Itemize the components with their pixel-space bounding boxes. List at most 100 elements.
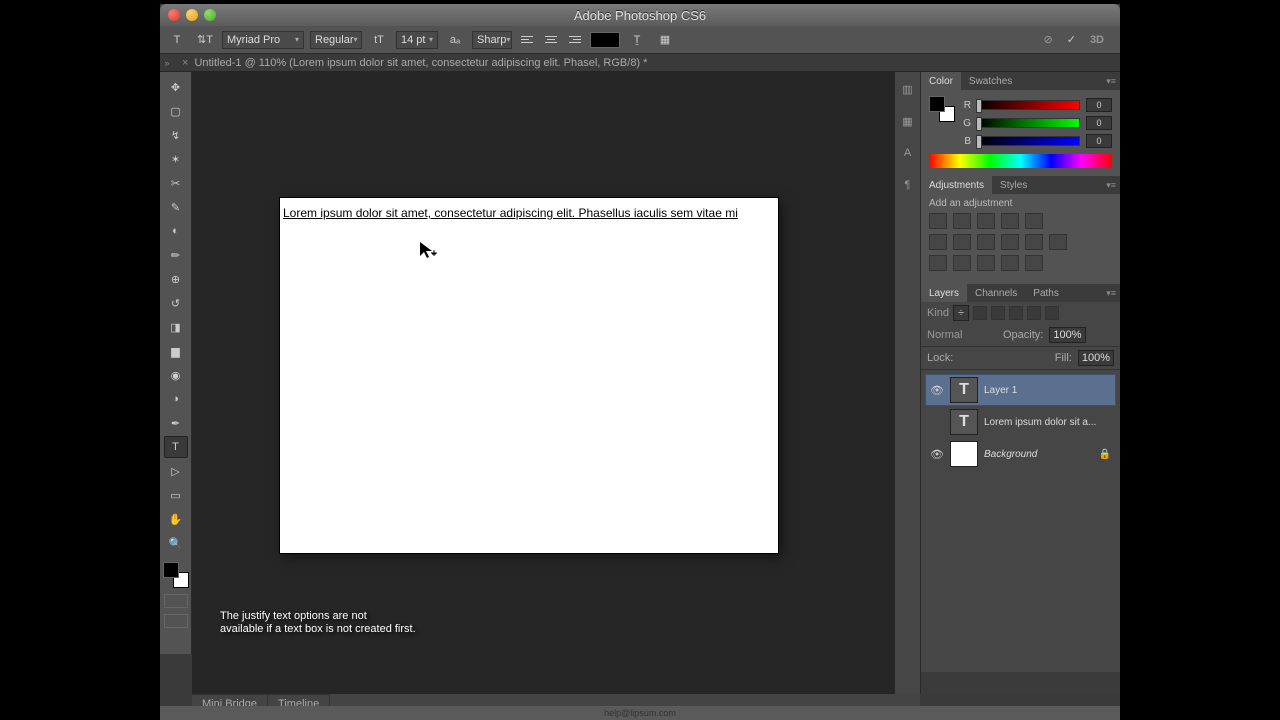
- window-maximize-button[interactable]: [204, 9, 216, 21]
- layer-name[interactable]: Lorem ipsum dolor sit a...: [984, 417, 1096, 428]
- g-slider[interactable]: [977, 118, 1080, 128]
- layer-item[interactable]: 👁 T Layer 1: [925, 374, 1116, 406]
- adj-balance-icon[interactable]: [953, 234, 971, 250]
- adj-threshold-icon[interactable]: [977, 255, 995, 271]
- panel-menu-icon[interactable]: ▾≡: [1102, 288, 1120, 299]
- artboard[interactable]: Lorem ipsum dolor sit amet, consectetur …: [280, 198, 778, 553]
- adj-selective-icon[interactable]: [1025, 255, 1043, 271]
- spectrum-picker[interactable]: [929, 154, 1112, 168]
- panel-menu-icon[interactable]: ▾≡: [1102, 180, 1120, 191]
- blend-mode-select[interactable]: Normal: [927, 329, 997, 341]
- color-panel-swatch[interactable]: [929, 96, 955, 122]
- fill-value[interactable]: 100%: [1078, 350, 1114, 366]
- shape-tool-icon[interactable]: ▭: [164, 484, 188, 506]
- quick-mask-icon[interactable]: [164, 594, 188, 608]
- filter-smart-icon[interactable]: [1045, 306, 1059, 320]
- tab-channels[interactable]: Channels: [967, 284, 1025, 302]
- crop-tool-icon[interactable]: ✂: [164, 172, 188, 194]
- adj-gradient-map-icon[interactable]: [1001, 255, 1019, 271]
- filter-adjust-icon[interactable]: [991, 306, 1005, 320]
- type-tool-icon[interactable]: T: [166, 29, 188, 51]
- lasso-tool-icon[interactable]: ↯: [164, 124, 188, 146]
- tab-layers[interactable]: Layers: [921, 284, 967, 302]
- cancel-icon[interactable]: ⊘: [1044, 33, 1053, 46]
- filter-shape-icon[interactable]: [1027, 306, 1041, 320]
- adj-hue-icon[interactable]: [929, 234, 947, 250]
- brush-tool-icon[interactable]: ✏: [164, 244, 188, 266]
- font-size-select[interactable]: 14 pt▾: [396, 31, 438, 49]
- path-select-tool-icon[interactable]: ▷: [164, 460, 188, 482]
- canvas-text-content[interactable]: Lorem ipsum dolor sit amet, consectetur …: [283, 206, 863, 220]
- align-left-button[interactable]: [518, 31, 536, 49]
- stamp-tool-icon[interactable]: ⊕: [164, 268, 188, 290]
- adj-levels-icon[interactable]: [953, 213, 971, 229]
- visibility-toggle-icon[interactable]: 👁: [930, 384, 944, 397]
- visibility-toggle-icon[interactable]: 👁: [930, 448, 944, 461]
- filter-pixel-icon[interactable]: [973, 306, 987, 320]
- layer-item[interactable]: 👁 Background 🔒: [925, 438, 1116, 470]
- text-color-swatch[interactable]: [590, 32, 620, 48]
- hand-tool-icon[interactable]: ✋: [164, 508, 188, 530]
- foreground-color-swatch[interactable]: [163, 562, 179, 578]
- tab-expand-icon[interactable]: »: [160, 58, 174, 68]
- character-icon[interactable]: A: [899, 144, 917, 162]
- adj-posterize-icon[interactable]: [953, 255, 971, 271]
- warp-text-icon[interactable]: Ṯ: [626, 29, 648, 51]
- panel-menu-icon[interactable]: ▾≡: [1102, 76, 1120, 87]
- document-tab[interactable]: × Untitled-1 @ 110% (Lorem ipsum dolor s…: [174, 54, 655, 71]
- tab-paths[interactable]: Paths: [1025, 284, 1067, 302]
- adj-exposure-icon[interactable]: [1001, 213, 1019, 229]
- 3d-button[interactable]: 3D: [1090, 34, 1104, 46]
- type-tool-icon[interactable]: T: [164, 436, 188, 458]
- marquee-tool-icon[interactable]: ▢: [164, 100, 188, 122]
- pen-tool-icon[interactable]: ✒: [164, 412, 188, 434]
- adj-photo-filter-icon[interactable]: [1001, 234, 1019, 250]
- r-slider[interactable]: [977, 100, 1080, 110]
- blur-tool-icon[interactable]: ◉: [164, 364, 188, 386]
- tab-color[interactable]: Color: [921, 72, 961, 90]
- gradient-tool-icon[interactable]: ▆: [164, 340, 188, 362]
- antialias-select[interactable]: Sharp▾: [472, 31, 512, 49]
- tab-styles[interactable]: Styles: [992, 176, 1035, 194]
- adj-brightness-icon[interactable]: [929, 213, 947, 229]
- commit-icon[interactable]: ✓: [1067, 33, 1076, 46]
- tab-swatches[interactable]: Swatches: [961, 72, 1020, 90]
- g-value[interactable]: 0: [1086, 116, 1112, 130]
- dodge-tool-icon[interactable]: ◑: [164, 388, 188, 410]
- window-minimize-button[interactable]: [186, 9, 198, 21]
- navigator-icon[interactable]: ▦: [899, 112, 917, 130]
- adj-lookup-icon[interactable]: [1049, 234, 1067, 250]
- filter-kind-select[interactable]: ÷: [953, 305, 969, 321]
- b-value[interactable]: 0: [1086, 134, 1112, 148]
- quick-select-tool-icon[interactable]: ✶: [164, 148, 188, 170]
- font-family-select[interactable]: Myriad Pro▾: [222, 31, 304, 49]
- screen-mode-icon[interactable]: [164, 614, 188, 628]
- move-tool-icon[interactable]: ✥: [164, 76, 188, 98]
- align-right-button[interactable]: [566, 31, 584, 49]
- paragraph-icon[interactable]: ¶: [899, 176, 917, 194]
- adj-curves-icon[interactable]: [977, 213, 995, 229]
- tab-adjustments[interactable]: Adjustments: [921, 176, 992, 194]
- window-close-button[interactable]: [168, 9, 180, 21]
- foreground-background-color[interactable]: [163, 562, 189, 588]
- close-tab-icon[interactable]: ×: [182, 57, 188, 69]
- eyedropper-tool-icon[interactable]: ✎: [164, 196, 188, 218]
- eraser-tool-icon[interactable]: ◨: [164, 316, 188, 338]
- zoom-tool-icon[interactable]: 🔍: [164, 532, 188, 554]
- font-weight-select[interactable]: Regular▾: [310, 31, 362, 49]
- canvas-area[interactable]: Lorem ipsum dolor sit amet, consectetur …: [192, 72, 920, 694]
- histogram-icon[interactable]: ▥: [899, 80, 917, 98]
- opacity-value[interactable]: 100%: [1049, 327, 1085, 343]
- filter-type-icon[interactable]: [1009, 306, 1023, 320]
- adj-vibrance-icon[interactable]: [1025, 213, 1043, 229]
- layer-name[interactable]: Background: [984, 449, 1037, 460]
- adj-mixer-icon[interactable]: [1025, 234, 1043, 250]
- layer-item[interactable]: T Lorem ipsum dolor sit a...: [925, 406, 1116, 438]
- b-slider[interactable]: [977, 136, 1080, 146]
- healing-tool-icon[interactable]: ◐: [164, 220, 188, 242]
- adj-bw-icon[interactable]: [977, 234, 995, 250]
- panels-toggle-icon[interactable]: ▦: [654, 29, 676, 51]
- orientation-icon[interactable]: ⇅T: [194, 29, 216, 51]
- r-value[interactable]: 0: [1086, 98, 1112, 112]
- history-brush-tool-icon[interactable]: ↺: [164, 292, 188, 314]
